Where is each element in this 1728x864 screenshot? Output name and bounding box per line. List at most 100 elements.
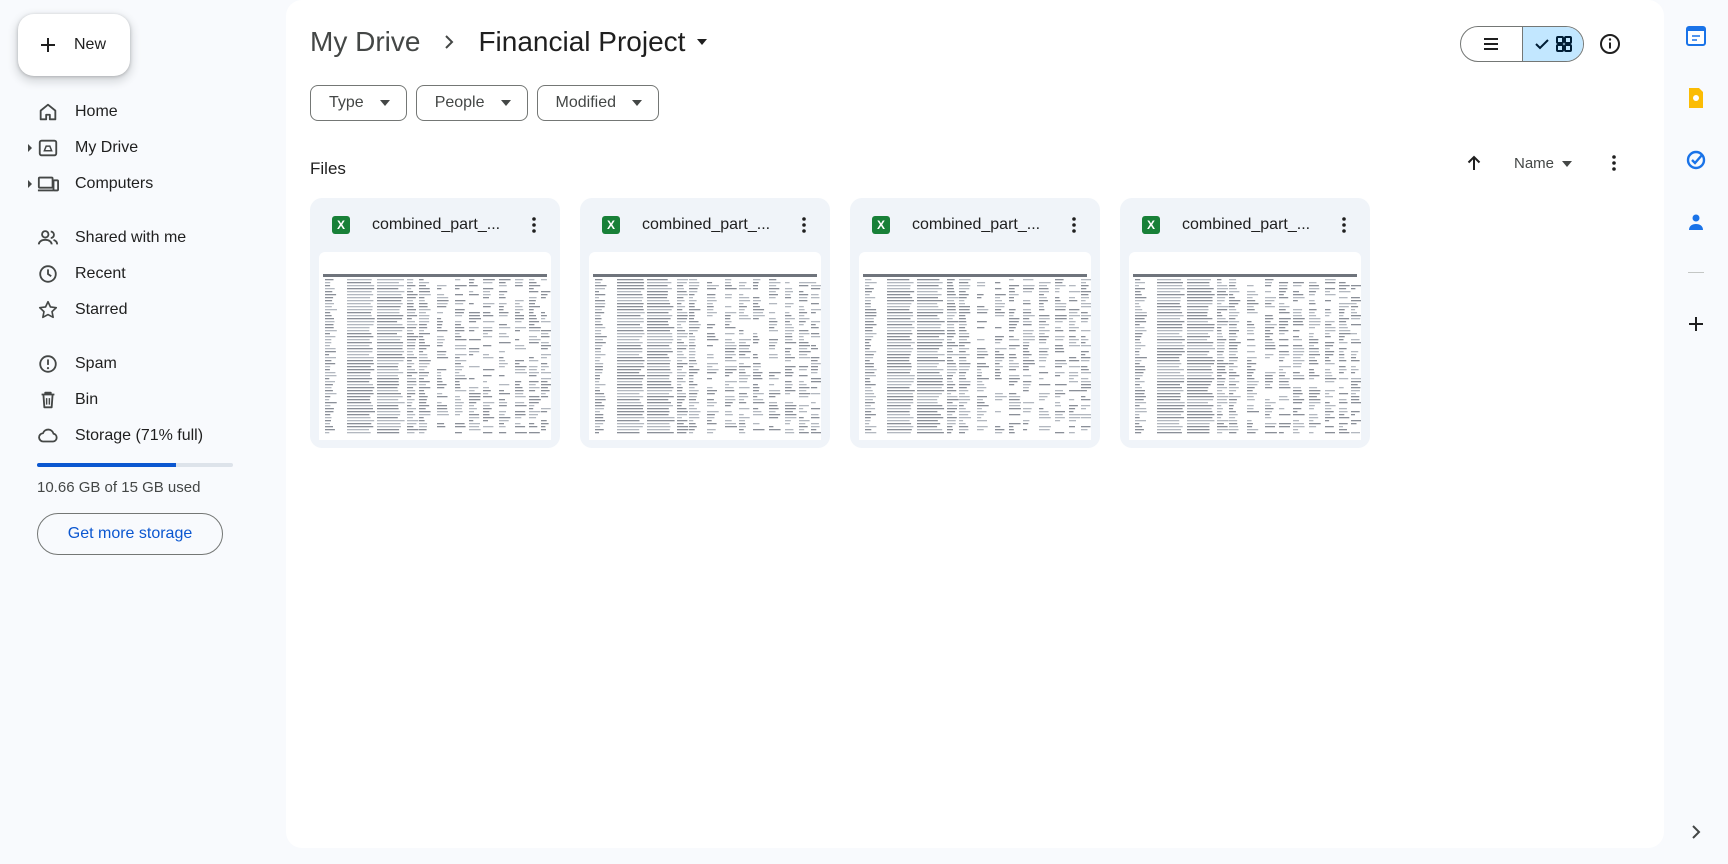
spreadsheet-preview (863, 274, 1091, 434)
file-card[interactable]: X combined_part_... (1120, 198, 1370, 448)
grid-view-button[interactable] (1521, 27, 1583, 61)
more-options-icon[interactable] (1334, 215, 1354, 235)
spreadsheet-file-icon: X (332, 216, 350, 234)
add-icon[interactable] (1684, 312, 1708, 336)
spreadsheet-file-icon: X (872, 216, 890, 234)
contacts-icon[interactable] (1684, 210, 1708, 234)
dropdown-arrow-icon (379, 100, 390, 106)
file-thumbnail (859, 252, 1091, 440)
file-thumbnail (1129, 252, 1361, 440)
file-card-header: X combined_part_... (580, 198, 830, 252)
nav-label-shared: Shared with me (75, 229, 187, 246)
filter-type[interactable]: Type (310, 85, 407, 121)
nav-item-computers[interactable]: Computers (0, 166, 268, 202)
dropdown-arrow-icon (500, 100, 511, 106)
filter-chips: Type People Modified (310, 85, 659, 121)
more-options-icon[interactable] (524, 215, 544, 235)
nav-item-storage[interactable]: Storage (71% full) (0, 418, 268, 454)
people-icon (37, 230, 59, 245)
files-section-label: Files (310, 159, 346, 178)
file-grid: X combined_part_... X combined_part_... … (310, 198, 1370, 448)
nav-item-spam[interactable]: Spam (0, 346, 268, 382)
file-name: combined_part_... (642, 216, 771, 233)
view-toggle (1460, 26, 1584, 62)
filter-modified[interactable]: Modified (536, 85, 659, 121)
expand-caret-icon[interactable] (26, 142, 34, 154)
info-icon[interactable] (1598, 32, 1622, 56)
grid-icon (1555, 36, 1572, 52)
nav-item-home[interactable]: Home (0, 94, 268, 130)
nav-item-my-drive[interactable]: My Drive (0, 130, 268, 166)
nav-label-spam: Spam (75, 355, 117, 372)
tasks-icon[interactable] (1684, 148, 1708, 172)
calendar-icon[interactable] (1684, 24, 1708, 48)
list-icon (1484, 38, 1499, 50)
filter-people[interactable]: People (415, 85, 528, 121)
filter-people-label: People (434, 94, 485, 111)
new-button-label: New (74, 36, 107, 53)
nav-item-shared[interactable]: Shared with me (0, 220, 268, 256)
nav-label-starred: Starred (75, 301, 128, 318)
side-panel-rail (1664, 0, 1728, 864)
file-name: combined_part_... (372, 216, 501, 233)
storage-progress-bar (37, 463, 233, 467)
file-card[interactable]: X combined_part_... (580, 198, 830, 448)
more-options-icon[interactable] (1064, 215, 1084, 235)
sort-by-button[interactable]: Name (1514, 155, 1573, 172)
file-card[interactable]: X combined_part_... (310, 198, 560, 448)
nav-label-home: Home (75, 103, 118, 120)
nav-list: Home My Drive Computers Shared with me R… (0, 94, 268, 454)
trash-icon (41, 391, 55, 409)
file-card-header: X combined_part_... (1120, 198, 1370, 252)
clock-icon (39, 265, 57, 283)
nav-label-computers: Computers (75, 175, 154, 192)
spreadsheet-file-icon: X (602, 216, 620, 234)
file-card-header: X combined_part_... (850, 198, 1100, 252)
storage-progress-fill (37, 463, 177, 467)
nav-label-recent: Recent (75, 265, 126, 282)
storage-used-text: 10.66 GB of 15 GB used (37, 479, 201, 496)
new-button[interactable]: New (18, 14, 130, 76)
nav-label-my-drive: My Drive (75, 139, 139, 156)
plus-icon (41, 38, 55, 52)
rail-divider (1688, 272, 1704, 273)
breadcrumb-my-drive[interactable]: My Drive (310, 26, 420, 58)
dropdown-arrow-icon (632, 100, 642, 106)
file-card[interactable]: X combined_part_... (850, 198, 1100, 448)
home-icon (39, 103, 57, 121)
nav-item-recent[interactable]: Recent (0, 256, 268, 292)
sort-direction-arrow-icon[interactable] (1464, 153, 1484, 173)
file-name: combined_part_... (912, 216, 1041, 233)
chevron-right-icon (445, 35, 454, 49)
filter-modified-label: Modified (555, 94, 616, 111)
spam-icon (39, 355, 57, 373)
more-options-icon[interactable] (794, 215, 814, 235)
star-icon (38, 300, 58, 319)
chevron-right-icon[interactable] (1684, 820, 1708, 844)
spreadsheet-file-icon: X (1142, 216, 1160, 234)
list-view-button[interactable] (1461, 27, 1522, 61)
computer-icon (37, 176, 59, 192)
file-thumbnail (319, 252, 551, 440)
file-name: combined_part_... (1182, 216, 1311, 233)
sidebar: New Home My Drive Computers Shared with … (0, 0, 268, 864)
breadcrumb: My Drive Financial Project (310, 26, 709, 58)
more-options-icon[interactable] (1604, 153, 1624, 173)
cloud-icon (38, 428, 58, 443)
main-content: My Drive Financial Project Type People M… (286, 0, 1664, 848)
sort-by-label: Name (1514, 155, 1555, 172)
nav-item-bin[interactable]: Bin (0, 382, 268, 418)
nav-item-starred[interactable]: Starred (0, 292, 268, 328)
expand-caret-icon[interactable] (26, 178, 34, 190)
spreadsheet-preview (323, 274, 551, 434)
nav-label-bin: Bin (75, 391, 99, 408)
get-more-storage-button[interactable]: Get more storage (37, 513, 223, 555)
breadcrumb-current-folder[interactable]: Financial Project (478, 26, 685, 58)
my-drive-icon (38, 139, 58, 157)
check-icon (1535, 39, 1549, 50)
keep-icon[interactable] (1684, 86, 1708, 110)
file-thumbnail (589, 252, 821, 440)
spreadsheet-preview (593, 274, 821, 434)
spreadsheet-preview (1133, 274, 1361, 434)
dropdown-arrow-icon[interactable] (695, 37, 709, 47)
